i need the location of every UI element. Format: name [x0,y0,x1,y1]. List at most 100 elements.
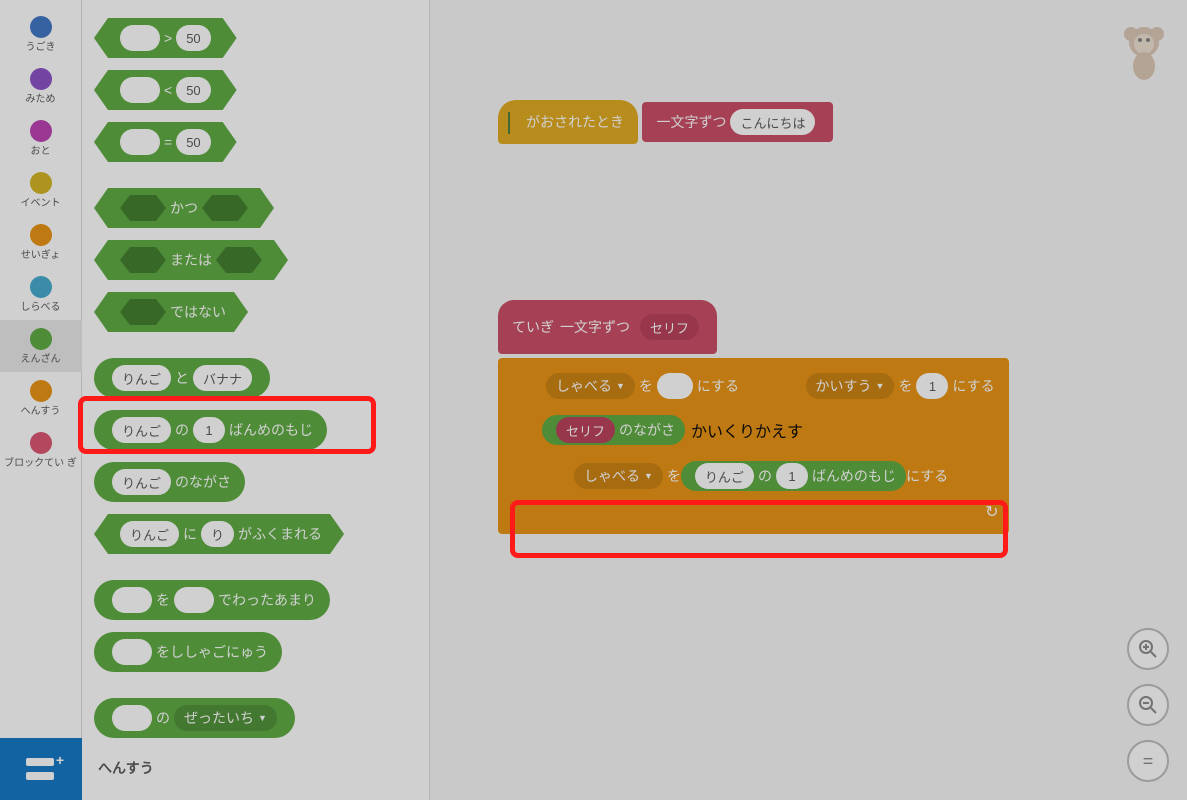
value-input[interactable]: 1 [916,373,948,399]
value-input[interactable] [657,373,693,399]
operator-letter-of-block[interactable]: りんご の 1 ばんめのもじ [94,410,327,450]
label-of: の [758,466,772,486]
input-a[interactable] [120,247,166,273]
zoom-out-button[interactable] [1127,684,1169,726]
category-item[interactable]: おと [0,112,82,164]
input-a[interactable]: りんご [112,365,171,391]
label: ではない [170,302,226,322]
input-a[interactable] [112,639,152,665]
input-a[interactable] [112,587,152,613]
category-label: せいぎょ [21,250,61,262]
label: のながさ [175,472,231,492]
operator-not-block[interactable]: ではない [94,292,248,332]
input-index[interactable]: 1 [776,463,808,489]
proc-arg[interactable]: こんにちは [730,109,815,135]
operator-join-block[interactable]: りんご と バナナ [94,358,270,398]
when-flag-clicked-block[interactable]: がおされたとき [498,100,638,144]
category-color-dot [30,172,52,194]
proc-name: 一文字ずつ [656,112,726,132]
operator-contains-block[interactable]: りんご に り がふくまれる [94,514,344,554]
green-flag-icon [512,114,520,130]
define-label: ていぎ [512,317,554,337]
input-index[interactable]: 1 [193,417,225,443]
operator-and-block[interactable]: かつ [94,188,274,228]
set-variable-block[interactable]: かいすう ▼ を 1 にする [788,366,1009,406]
define-hat-block[interactable]: ていぎ 一文字ずつ セリフ [498,300,717,354]
operator-or-block[interactable]: または [94,240,288,280]
category-label: おと [31,146,51,158]
category-color-dot [30,120,52,142]
label-suffix: ばんめのもじ [229,420,313,440]
variable-dropdown[interactable]: しゃべる ▼ [546,373,635,399]
category-item[interactable]: イベント [0,164,82,216]
category-label: うごき [26,42,56,54]
input-string[interactable]: りんご [120,521,179,547]
category-sidebar: うごきみためおとイベントせいぎょしらべるえんざんへんすうブロックてい ぎ [0,0,82,800]
workspace[interactable]: がおされたとき 一文字ずつ こんにちは ていぎ 一文字ずつ セリフ しゃべる ▼… [430,0,1187,800]
category-label: みため [26,94,56,106]
custom-call-block[interactable]: 一文字ずつ こんにちは [642,102,833,142]
input-a[interactable] [112,705,152,731]
category-item[interactable]: へんすう [0,372,82,424]
set-variable-block[interactable]: しゃべる ▼ を りんご の 1 ばんめのもじ にする [556,456,962,496]
palette-section-variables: へんすう [98,758,429,778]
define-name: 一文字ずつ [560,317,630,337]
operator-length-of-block[interactable]: りんご のながさ [94,462,245,502]
input-sub[interactable]: り [201,521,234,547]
repeat-block[interactable]: セリフ のながさ かいくりかえす [528,410,1009,450]
input-string[interactable]: りんご [112,469,171,495]
variable-dropdown[interactable]: かいすう ▼ [806,373,895,399]
input-a[interactable] [120,77,160,103]
zoom-in-icon [1138,639,1158,659]
category-item[interactable]: みため [0,60,82,112]
input-a[interactable] [120,299,166,325]
input-a[interactable] [120,195,166,221]
label-mid: の [156,708,170,728]
input-b[interactable] [202,195,248,221]
input-b[interactable]: バナナ [193,365,252,391]
category-label: イベント [21,198,61,210]
chevron-down-icon: ▼ [644,471,653,481]
input-b[interactable] [216,247,262,273]
operator-lt-block[interactable]: < 50 [94,70,237,110]
operator-letter-of-block[interactable]: りんご の 1 ばんめのもじ [681,461,906,491]
input-a[interactable] [120,129,160,155]
label-mid: に [183,524,197,544]
label-mid: を [639,376,653,396]
set-variable-block[interactable]: しゃべる ▼ を にする [528,366,753,406]
operator-round-block[interactable]: をししゃごにゅう [94,632,282,672]
block-palette[interactable]: > 50 < 50 = 50 かつ または ではない りんご と バナナ りん [82,0,430,800]
category-item[interactable]: しらべる [0,268,82,320]
zoom-in-button[interactable] [1127,628,1169,670]
zoom-reset-button[interactable]: = [1127,740,1169,782]
chevron-down-icon: ▼ [616,381,625,391]
input-a[interactable] [120,25,160,51]
label: のながさ [619,420,675,440]
sprite-watermark [1119,20,1169,80]
category-item[interactable]: ブロックてい ぎ [0,424,82,476]
operator-mod-block[interactable]: を でわったあまり [94,580,330,620]
label-suffix: ばんめのもじ [812,466,896,486]
input-string[interactable]: りんご [112,417,171,443]
zoom-out-icon [1138,695,1158,715]
operator-length-of-block[interactable]: セリフ のながさ [542,415,685,445]
operator-eq-block[interactable]: = 50 [94,122,237,162]
category-item[interactable]: うごき [0,8,82,60]
input-b[interactable]: 50 [176,25,210,51]
input-string[interactable]: りんご [695,463,754,489]
label: と [175,368,189,388]
input-b[interactable]: 50 [176,129,210,155]
category-color-dot [30,16,52,38]
add-extension-button[interactable]: + [0,738,82,800]
label-suffix: がふくまれる [238,524,322,544]
input-b[interactable] [174,587,214,613]
input-b[interactable]: 50 [176,77,210,103]
category-item[interactable]: せいぎょ [0,216,82,268]
hat-label: がおされたとき [526,112,624,132]
mathop-dropdown[interactable]: ぜったいち ▼ [174,705,277,731]
chevron-down-icon: ▼ [258,713,267,723]
operator-gt-block[interactable]: > 50 [94,18,237,58]
variable-dropdown[interactable]: しゃべる ▼ [574,463,663,489]
operator-mathop-block[interactable]: の ぜったいち ▼ [94,698,295,738]
category-item[interactable]: えんざん [0,320,82,372]
